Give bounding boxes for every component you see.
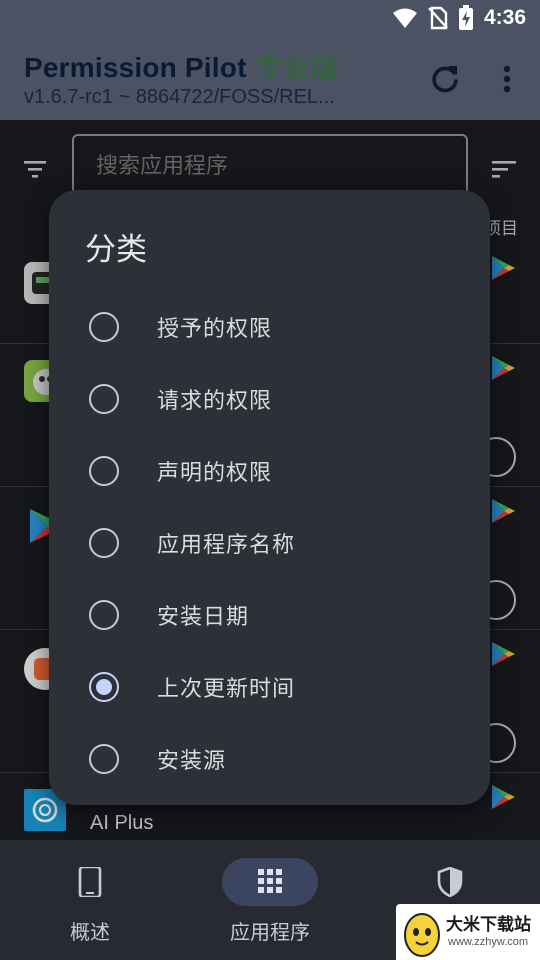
radio-button[interactable]	[89, 384, 119, 414]
shield-icon	[437, 867, 463, 897]
nav-label: 概述	[70, 920, 110, 944]
sort-option-app-name[interactable]: 应用程序名称	[73, 513, 473, 573]
sort-option-declared-permissions[interactable]: 声明的权限	[73, 441, 473, 501]
sort-option-label: 安装源	[157, 749, 227, 774]
site-watermark: 大米下载站 www.zzhyw.com	[396, 904, 540, 960]
radio-button-selected[interactable]	[89, 672, 119, 702]
app-title: Permission Pilot 专业版	[24, 46, 339, 86]
radio-button[interactable]	[89, 600, 119, 630]
sort-option-label: 上次更新时间	[157, 677, 296, 702]
sort-dialog: 分类 授予的权限 请求的权限 声明的权限 应用程序名称 安装日期 上次更新时间 …	[49, 190, 490, 805]
app-bar: Permission Pilot 专业版 v1.6.7-rc1 ~ 886472…	[0, 36, 540, 120]
status-icons: 4:36	[392, 5, 526, 31]
egg-mascot-logo	[404, 913, 440, 957]
radio-button[interactable]	[89, 528, 119, 558]
sort-option-last-update-time[interactable]: 上次更新时间	[73, 657, 473, 717]
sort-option-label: 声明的权限	[157, 461, 273, 486]
battery-charging-icon	[458, 5, 473, 30]
no-sim-icon	[428, 6, 448, 30]
sort-option-install-source[interactable]: 安装源	[73, 729, 473, 789]
sort-option-requested-permissions[interactable]: 请求的权限	[73, 369, 473, 429]
app-name: Permission Pilot	[24, 52, 247, 83]
wifi-icon	[392, 8, 417, 28]
status-time: 4:36	[483, 6, 526, 29]
radio-button[interactable]	[89, 312, 119, 342]
app-version: v1.6.7-rc1 ~ 8864722/FOSS/REL...	[24, 86, 335, 108]
sort-option-label: 请求的权限	[157, 389, 273, 414]
sort-option-install-date[interactable]: 安装日期	[73, 585, 473, 645]
nav-item-apps[interactable]: 应用程序	[200, 858, 340, 948]
pro-edition-badge: 专业版	[254, 51, 340, 84]
nav-item-overview[interactable]: 概述	[20, 858, 160, 948]
sort-option-granted-permissions[interactable]: 授予的权限	[73, 297, 473, 357]
radio-button[interactable]	[89, 744, 119, 774]
refresh-icon[interactable]	[428, 62, 462, 96]
status-bar: 4:36	[0, 0, 540, 36]
nav-label: 应用程序	[230, 920, 310, 944]
apps-grid-icon	[258, 869, 282, 893]
dialog-title: 分类	[85, 232, 147, 268]
radio-button[interactable]	[89, 456, 119, 486]
watermark-name: 大米下载站	[446, 915, 531, 935]
phone-icon	[78, 867, 102, 897]
sort-option-label: 安装日期	[157, 605, 250, 630]
sort-option-label: 应用程序名称	[157, 533, 296, 558]
watermark-url: www.zzhyw.com	[448, 936, 529, 948]
sort-option-label: 授予的权限	[157, 317, 273, 342]
more-vert-icon[interactable]	[494, 62, 520, 96]
